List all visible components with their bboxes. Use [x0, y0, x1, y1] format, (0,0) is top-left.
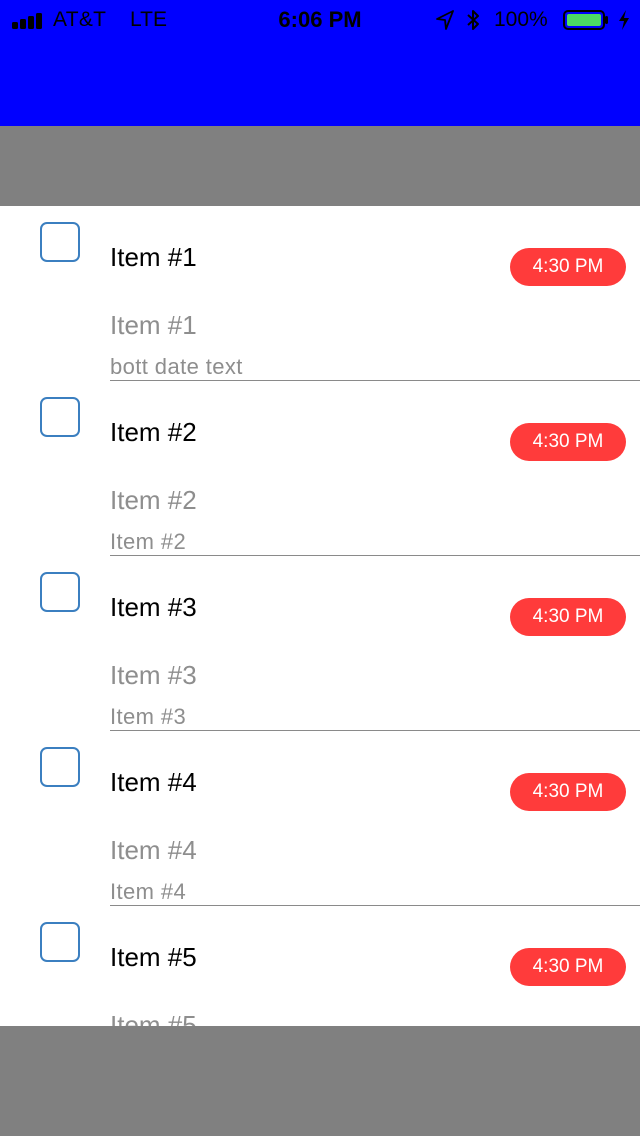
- list-item[interactable]: Item #4 4:30 PM Item #4 Item #4: [0, 731, 640, 906]
- navigation-bar: [0, 126, 640, 206]
- item-checkbox[interactable]: [40, 572, 80, 612]
- item-subtitle: Item #3: [110, 660, 197, 690]
- item-list[interactable]: Item #1 4:30 PM Item #1 bott date text I…: [0, 206, 640, 1026]
- item-detail: Item #2: [110, 529, 187, 554]
- bluetooth-icon: [467, 10, 479, 30]
- time-badge: 4:30 PM: [510, 598, 626, 636]
- battery-icon: [563, 10, 608, 30]
- list-item[interactable]: Item #2 4:30 PM Item #2 Item #2: [0, 381, 640, 556]
- item-checkbox[interactable]: [40, 222, 80, 262]
- time-badge: 4:30 PM: [510, 248, 626, 286]
- item-checkbox[interactable]: [40, 922, 80, 962]
- item-title: Item #2: [110, 417, 197, 447]
- item-detail: bott date text: [110, 354, 243, 379]
- list-item[interactable]: Item #5 4:30 PM Item #5: [0, 906, 640, 1026]
- item-detail: Item #3: [110, 704, 187, 729]
- bottom-bar: [0, 1026, 640, 1136]
- item-checkbox[interactable]: [40, 747, 80, 787]
- battery-percentage: 100%: [494, 8, 548, 31]
- item-title: Item #3: [110, 592, 197, 622]
- time-badge: 4:30 PM: [510, 423, 626, 461]
- location-arrow-icon: [436, 10, 454, 30]
- item-detail: Item #4: [110, 879, 187, 904]
- item-subtitle: Item #5: [110, 1010, 197, 1026]
- status-bar: AT&T LTE 6:06 PM 100%: [0, 0, 640, 126]
- item-title: Item #4: [110, 767, 197, 797]
- list-item[interactable]: Item #3 4:30 PM Item #3 Item #3: [0, 556, 640, 731]
- item-title: Item #5: [110, 942, 197, 972]
- item-title: Item #1: [110, 242, 197, 272]
- time-badge: 4:30 PM: [510, 773, 626, 811]
- list-item[interactable]: Item #1 4:30 PM Item #1 bott date text: [0, 206, 640, 381]
- charging-icon: [619, 10, 629, 30]
- time-badge: 4:30 PM: [510, 948, 626, 986]
- status-row: AT&T LTE 6:06 PM 100%: [0, 0, 640, 40]
- item-subtitle: Item #1: [110, 310, 197, 340]
- item-checkbox[interactable]: [40, 397, 80, 437]
- item-subtitle: Item #2: [110, 485, 197, 515]
- item-subtitle: Item #4: [110, 835, 197, 865]
